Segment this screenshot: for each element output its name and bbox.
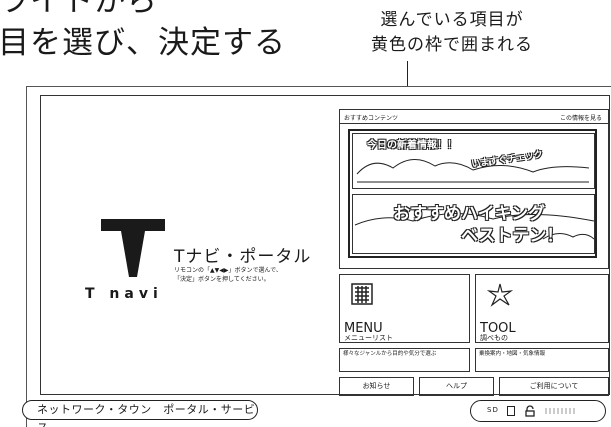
help-button[interactable]: ヘルプ [419, 377, 494, 396]
recommended-title: おすすめコンテンツ [344, 115, 399, 122]
sd-card-icon [507, 406, 515, 416]
service-name-bar: ネットワーク・タウン ポータル・サービス [22, 400, 258, 427]
terms-button[interactable]: ご利用について [499, 377, 609, 396]
caption: 選んでいる項目が 黄色の枠で囲まれる [371, 8, 533, 58]
recommended-header: おすすめコンテンツ この情報を見る [340, 110, 608, 124]
menu-description: 様々なジャンルから目的や気分で選ぶ [339, 348, 470, 372]
heading: ライトから 目を選び、決定する [0, 0, 286, 64]
tv-screen: T navi Tナビ・ポータル リモコンの「▲▼◀▶」ボタンで選んで、 「決定」… [26, 86, 611, 427]
tool-sublabel: 調べもの [480, 334, 508, 342]
recommended-panel: おすすめコンテンツ この情報を見る 今日の新着情報！！ いますぐチェック おすす… [339, 109, 609, 269]
banner-new-info[interactable]: 今日の新着情報！！ いますぐチェック [352, 133, 595, 189]
news-button[interactable]: お知らせ [339, 377, 414, 396]
caption-line2: 黄色の枠で囲まれる [371, 35, 533, 55]
portal-frame: T navi Tナビ・ポータル リモコンの「▲▼◀▶」ボタンで選んで、 「決定」… [40, 95, 610, 396]
banner-hiking[interactable]: おすすめハイキング ベストテン！ [352, 194, 595, 254]
heading-line1-wrap: ライトから [0, 0, 286, 22]
portal-desc-line2: 「決定」ボタンを押してください。 [174, 276, 270, 283]
selection-highlight: 今日の新着情報！！ いますぐチェック おすすめハイキング ベストテン！ [348, 129, 597, 258]
logo-text: T navi [85, 286, 163, 302]
portal-desc-line1: リモコンの「▲▼◀▶」ボタンで選んで、 [174, 267, 282, 274]
portal-title: Tナビ・ポータル [174, 247, 312, 267]
heading-line2: 目を選び、決定する [0, 25, 286, 61]
sd-label: SD [487, 406, 499, 414]
portal-description: リモコンの「▲▼◀▶」ボタンで選んで、 「決定」ボタンを押してください。 [174, 266, 282, 284]
menu-sublabel: メニューリスト [344, 334, 393, 342]
diagram-root: ライトから 目を選び、決定する 選んでいる項目が 黄色の枠で囲まれる T nav… [0, 0, 611, 427]
banner1-line1: 今日の新着情報！！ [367, 140, 457, 151]
tool-description: 乗換案内・地図・気象情報 [475, 348, 609, 372]
tool-tile[interactable]: TOOL 調べもの [475, 274, 609, 343]
caption-line1: 選んでいる項目が [380, 10, 524, 30]
heading-line1: ライトから [0, 0, 158, 19]
lock-icon [525, 405, 535, 417]
sparkle-icon [487, 283, 513, 307]
view-info-link[interactable]: この情報を見る [560, 113, 602, 122]
menu-tile[interactable]: MENU メニューリスト [339, 274, 470, 343]
grid-icon [351, 283, 373, 305]
banner2-line2: ベストテン！ [461, 226, 564, 246]
status-indicators: SD [470, 400, 606, 422]
signal-meter [545, 408, 577, 414]
